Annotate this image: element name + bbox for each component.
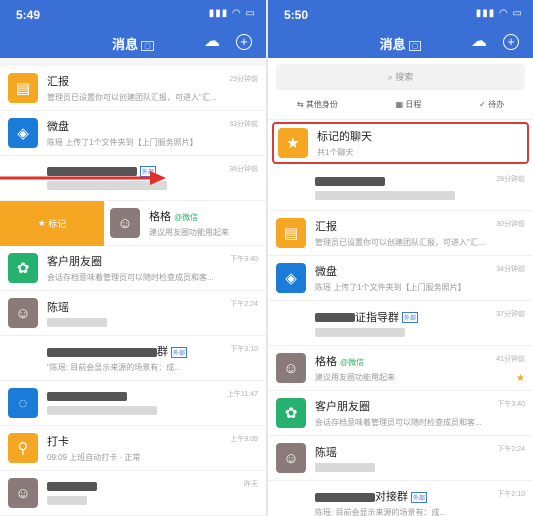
status-icons: ▮▮▮ ◠ ▭: [208, 8, 256, 19]
cloud-icon[interactable]: ☁: [202, 32, 222, 52]
avatar: ☺: [276, 353, 306, 383]
group-avatar: [8, 343, 38, 373]
plus-icon[interactable]: +: [236, 34, 252, 50]
drive-icon: ◈: [8, 118, 38, 148]
list-item[interactable]: ◈ 微盘 陈瑶 上传了1个文件夹到【上门服务照片】 33分钟前: [0, 111, 266, 156]
page-title: 消息 ▢: [268, 34, 533, 53]
list-item[interactable]: ☺ 昨天: [0, 471, 266, 516]
list-item[interactable]: 对接群 外部 陈瑶: 目前会显示来源的场景有：成... 下午2:10: [268, 481, 533, 516]
report-icon: ▤: [8, 73, 38, 103]
status-time: 5:50: [284, 8, 309, 22]
list-item[interactable]: 证指导群 外部 37分钟前: [268, 301, 533, 346]
mark-button[interactable]: ★ 标记: [0, 201, 104, 246]
list-item[interactable]: ⚲ 打卡 09:09 上班自动打卡 · 正常 上午9:09: [0, 426, 266, 471]
status-icons: ▮▮▮ ◠ ▭: [475, 8, 523, 19]
avatar: ☺: [276, 443, 306, 473]
swiped-row[interactable]: ★ 标记 ☺ 格格 @微信 建议用友圈功能用起来: [0, 201, 266, 246]
list-item[interactable]: ▤ 汇报 管理员已设置你可以创建团队汇报，可进入"汇... 29分钟前: [0, 66, 266, 111]
list-item[interactable]: ✿ 客户朋友圈 会话存档意味着管理员可以随时检查成员和客... 下午3:40: [0, 246, 266, 291]
page-title: 消息 ▢: [0, 34, 266, 53]
list-item[interactable]: ▤ 汇报 管理员已设置你可以创建团队汇报，可进入"汇... 30分钟前: [268, 211, 533, 256]
list-item[interactable]: 28分钟前: [268, 166, 533, 211]
todo-button[interactable]: ✓ 待办: [479, 99, 504, 110]
swipe-arrow: [0, 171, 166, 185]
search-input[interactable]: ⌕ 搜索: [276, 64, 525, 90]
star-icon: ★: [278, 128, 308, 158]
list-item[interactable]: 外部 36分钟前: [0, 156, 266, 201]
list-item[interactable]: ◈ 微盘 陈瑶 上传了1个文件夹到【上门服务照片】 34分钟前: [268, 256, 533, 301]
list-item[interactable]: ☺ 格格 @微信 建议用友圈功能用起来 41分钟前 ★: [268, 346, 533, 391]
list-item[interactable]: ✿ 客户朋友圈 会话存档意味着管理员可以随时检查成员和客... 下午3:40: [268, 391, 533, 436]
plus-icon[interactable]: +: [503, 34, 519, 50]
moments-icon: ✿: [8, 253, 38, 283]
report-icon: ▤: [276, 218, 306, 248]
group-avatar: [276, 173, 306, 203]
toolbar: ⇆ 其他身份 ▦ 日程 ✓ 待办: [268, 90, 533, 120]
group-avatar: [276, 488, 306, 516]
avatar: ☺: [8, 298, 38, 328]
list-item[interactable]: ◌ 上午11:47: [0, 381, 266, 426]
avatar: ☺: [110, 208, 140, 238]
right-phone-screen: 5:50 ▮▮▮ ◠ ▭ 消息 ▢ ☁ + ⌕ 搜索 ⇆ 其他身份 ▦ 日程 ✓ …: [268, 0, 533, 516]
header: 5:49 ▮▮▮ ◠ ▭ 消息 ▢ ☁ +: [0, 0, 266, 58]
location-icon: ⚲: [8, 433, 38, 463]
cloud-icon[interactable]: ☁: [469, 32, 489, 52]
schedule-button[interactable]: ▦ 日程: [396, 99, 422, 110]
starred-chats-item[interactable]: ★ 标记的聊天 共1个聊天: [272, 122, 529, 164]
list-item[interactable]: ☺ 陈瑶 下午2:24: [268, 436, 533, 481]
status-time: 5:49: [16, 8, 41, 22]
header: 5:50 ▮▮▮ ◠ ▭ 消息 ▢ ☁ +: [268, 0, 533, 58]
group-avatar: [276, 308, 306, 338]
moments-icon: ✿: [276, 398, 306, 428]
left-phone-screen: 5:49 ▮▮▮ ◠ ▭ 消息 ▢ ☁ + ▤ 汇报 管理员已设置你可以创建团队汇报…: [0, 0, 266, 516]
star-icon: ★: [37, 218, 49, 228]
list-item[interactable]: ☺ 陈瑶 下午2:24: [0, 291, 266, 336]
list-item[interactable]: 群外部 "陈瑶: 目前会显示来源的场景有：成... 下午3:10: [0, 336, 266, 381]
identity-button[interactable]: ⇆ 其他身份: [297, 99, 338, 110]
chat-icon: ◌: [8, 388, 38, 418]
star-icon: ★: [516, 373, 525, 384]
avatar: ☺: [8, 478, 38, 508]
drive-icon: ◈: [276, 263, 306, 293]
